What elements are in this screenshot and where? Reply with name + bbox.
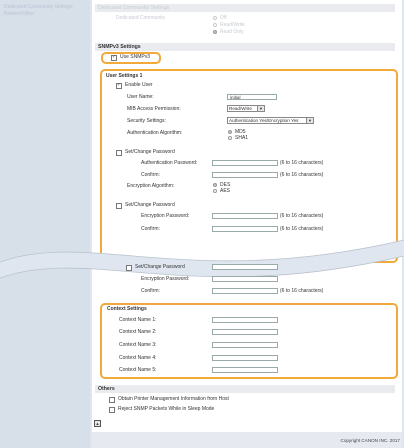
context-name-4-input[interactable] [212, 355, 278, 361]
chevron-down-icon: ▼ [306, 118, 313, 123]
auth-password-input[interactable] [212, 160, 278, 166]
encryption-algorithm-label: Encryption Algorithm: [127, 183, 175, 189]
lower-confirm-hint: (6 to 16 characters) [280, 288, 324, 294]
context-name-2-label: Context Name 2: [119, 329, 157, 335]
auth-confirm-input[interactable] [212, 172, 278, 178]
auth-password-hint: (6 to 16 characters) [280, 160, 324, 166]
dedicated-readwrite-label: Read/Write [220, 22, 245, 28]
security-settings-select[interactable]: Authentication Yes/Encryption Yes ▼ [227, 117, 314, 124]
dedicated-community-label: Dedicated Community [116, 15, 166, 21]
context-name-5-label: Context Name 5: [119, 367, 157, 373]
lower-confirm-label: Confirm: [141, 288, 160, 294]
chevron-down-icon: ▼ [257, 106, 264, 111]
set-change-enc-password-label: Set/Change Password [125, 202, 175, 208]
mib-access-select[interactable]: Read/Write ▼ [227, 105, 265, 112]
dedicated-off-radio[interactable] [213, 16, 217, 20]
snmpv3-settings-header: SNMPv3 Settings [95, 43, 395, 51]
dedicated-readwrite-radio[interactable] [213, 23, 217, 27]
obtain-printer-info-checkbox[interactable] [109, 397, 115, 403]
use-snmpv3-checkbox[interactable] [111, 54, 117, 61]
lower-set-change-password-label: Set/Change Password [135, 264, 185, 270]
user-name-input[interactable]: initial [227, 94, 277, 100]
lower-top-input[interactable] [212, 264, 278, 270]
dedicated-community-header: Dedicated Community Settings [95, 4, 395, 12]
auth-password-label: Authentication Password: [141, 160, 198, 166]
auth-confirm-label: Confirm: [141, 172, 160, 178]
set-change-enc-password-checkbox[interactable] [116, 203, 122, 209]
enc-password-input[interactable] [212, 213, 278, 219]
enc-password-label: Encryption Password: [141, 213, 190, 219]
enable-user-label: Enable User [125, 82, 153, 88]
obtain-printer-info-label: Obtain Printer Management Information fr… [118, 396, 229, 402]
enc-aes-radio[interactable] [213, 189, 217, 193]
use-snmpv3-label: Use SNMPv3 [120, 54, 151, 60]
auth-algorithm-label: Authentication Algorithm: [127, 130, 183, 136]
auth-sha1-label: SHA1 [235, 135, 249, 141]
others-header: Others [95, 385, 395, 393]
lower-enc-password-label: Encryption Password: [141, 276, 190, 282]
context-name-3-input[interactable] [212, 342, 278, 348]
scroll-top-icon[interactable]: ▲ [94, 420, 101, 427]
sidebar: Dedicated Community Settings Kitchen/Oth… [0, 0, 90, 448]
context-name-2-input[interactable] [212, 329, 278, 335]
context-name-1-input[interactable] [212, 317, 278, 323]
copyright-text: Copyright CANON INC. 2017 [340, 438, 401, 443]
auth-sha1-radio[interactable] [228, 136, 232, 140]
enc-des-radio[interactable] [213, 183, 217, 187]
set-change-auth-password-label: Set/Change Password [125, 149, 175, 155]
user-name-label: User Name: [127, 94, 154, 100]
enable-user-checkbox[interactable] [116, 82, 122, 89]
auth-confirm-hint: (6 to 16 characters) [280, 172, 324, 178]
lower-set-change-password-checkbox[interactable] [126, 265, 132, 271]
lower-enc-password-input[interactable] [212, 276, 278, 282]
dedicated-readonly-label: Read Only [220, 29, 244, 35]
context-name-3-label: Context Name 3: [119, 342, 157, 348]
mib-access-label: MIB Access Permission: [127, 106, 181, 112]
context-name-5-input[interactable] [212, 367, 278, 373]
enc-aes-label: AES [220, 188, 231, 194]
sidebar-item-dedicated[interactable]: Dedicated Community Settings [4, 4, 73, 10]
auth-md5-radio[interactable] [228, 130, 232, 134]
user-settings-header: User Settings 1 [106, 73, 143, 79]
context-name-1-label: Context Name 1: [119, 317, 157, 323]
reject-snmp-sleep-label: Reject SNMP Packets While in Sleep Mode [118, 406, 215, 412]
enc-password-hint: (6 to 16 characters) [280, 213, 324, 219]
dedicated-off-label: Off [220, 15, 227, 21]
security-settings-label: Security Settings: [127, 118, 166, 124]
context-name-4-label: Context Name 4: [119, 355, 157, 361]
dedicated-readonly-radio[interactable] [213, 30, 217, 34]
page-break-wave [0, 239, 404, 279]
set-change-auth-password-checkbox[interactable] [116, 150, 122, 156]
footer: Copyright CANON INC. 2017 [92, 432, 402, 448]
sidebar-item-kitchen-other[interactable]: Kitchen/Other [4, 11, 35, 17]
lower-confirm-input[interactable] [212, 288, 278, 294]
context-settings-header: Context Settings [107, 306, 147, 312]
reject-snmp-sleep-checkbox[interactable] [109, 407, 115, 413]
